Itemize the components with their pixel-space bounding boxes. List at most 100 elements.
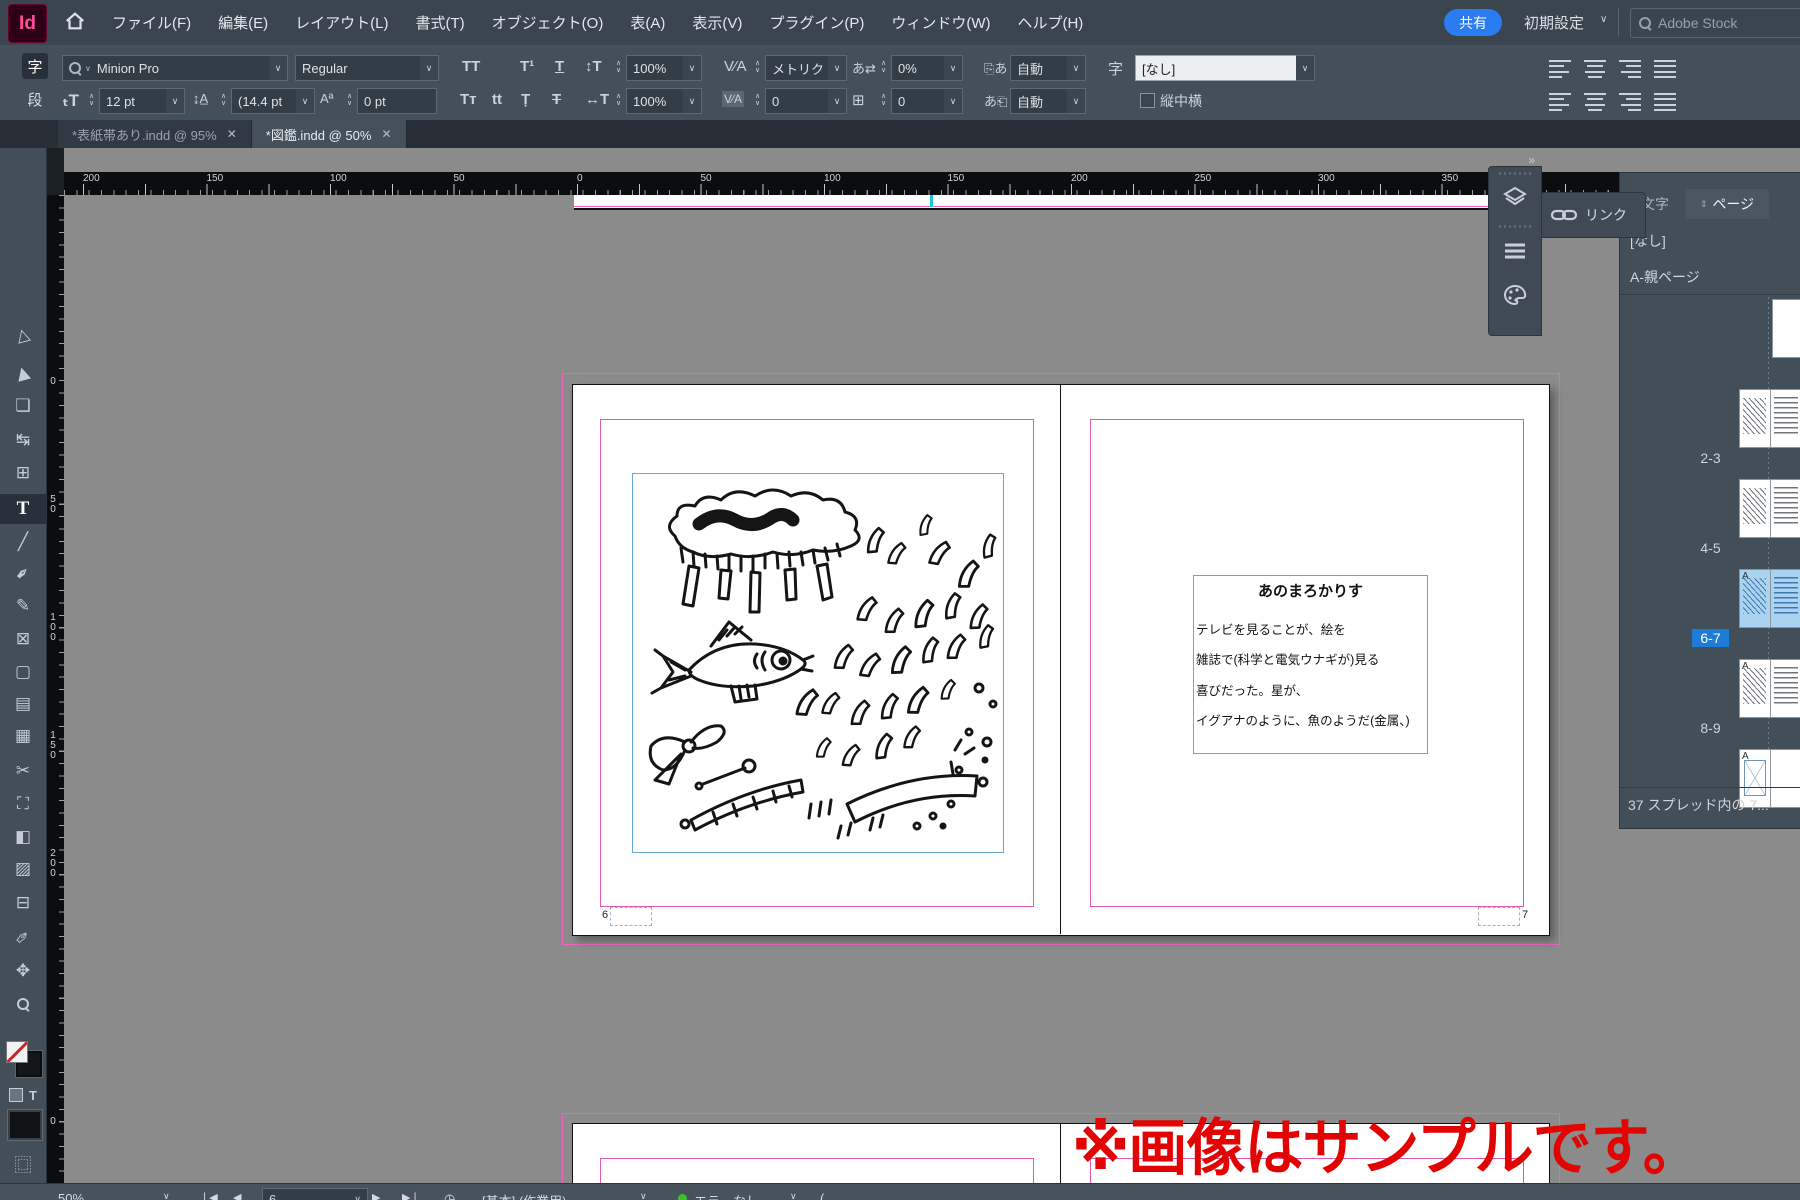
spread-thumb-4-5-right[interactable] (1770, 479, 1800, 538)
formatting-affects-icons[interactable]: T (4, 1086, 42, 1104)
apply-color-swatch[interactable] (8, 1110, 42, 1140)
spread-label-4-5[interactable]: 4-5 (1620, 539, 1800, 557)
links-panel-tab[interactable]: リンク (1540, 192, 1646, 238)
line-tool[interactable]: ╱ (0, 527, 46, 557)
vertical-scale-dropdown[interactable]: ∨ (683, 55, 702, 81)
horizontal-scale-stepper[interactable]: ∧∨ (613, 88, 624, 112)
char-style-field[interactable]: [なし] (1135, 55, 1309, 81)
align-left-icon[interactable] (1547, 91, 1573, 113)
zoom-level[interactable]: 50% (58, 1191, 84, 1200)
baseline-shift-stepper[interactable]: ∧∨ (344, 88, 355, 112)
close-tab-icon[interactable]: ✕ (381, 127, 391, 141)
page-tool[interactable]: ❏ (0, 391, 46, 421)
close-tab-icon[interactable]: ✕ (227, 127, 237, 141)
font-family-dropdown[interactable]: ∨ (269, 55, 288, 81)
spread-thumb-1[interactable] (1772, 299, 1800, 358)
home-icon[interactable] (64, 10, 86, 32)
gradient-feather-tool[interactable]: ▨ (0, 854, 46, 884)
tsume-dropdown[interactable]: ∨ (944, 55, 963, 81)
all-caps-icon[interactable]: TT (462, 58, 480, 75)
spread-thumb-last-right[interactable] (1770, 749, 1800, 808)
gradient-swatch-tool[interactable]: ◧ (0, 822, 46, 852)
grid-jidori-stepper[interactable]: ∧∨ (878, 88, 889, 112)
stroke-panel-icon[interactable] (1489, 231, 1541, 271)
grid-jidori-dropdown[interactable]: ∨ (944, 88, 963, 114)
spread-label-2-3[interactable]: 2-3 (1620, 449, 1800, 467)
grid-tool[interactable]: ▦ (0, 721, 46, 751)
spread-thumb-6-7-left[interactable]: A (1739, 569, 1771, 628)
menu-item-2[interactable]: レイアウト(L) (295, 12, 388, 33)
pencil-tool[interactable]: ✎ (0, 591, 46, 621)
menu-item-4[interactable]: オブジェクト(O) (492, 12, 604, 33)
paragraph-panel-toggle[interactable]: 段 (22, 86, 48, 112)
color-panel-icon[interactable] (1489, 275, 1541, 315)
zoom-dropdown-icon[interactable]: ∨ (163, 1191, 170, 1200)
preflight-profile[interactable]: [基本] (作業用) (482, 1191, 567, 1200)
content-collector-tool[interactable]: ⊞ (0, 458, 46, 488)
prev-page-button[interactable]: ◀ (233, 1191, 241, 1200)
vertical-ruler[interactable]: 0501001502000 (46, 195, 64, 1183)
spread-label-8-9[interactable]: 8-9 (1620, 719, 1800, 737)
menu-item-0[interactable]: ファイル(F) (112, 12, 191, 33)
scissors-tool[interactable]: ✂ (0, 756, 46, 786)
drag-handle[interactable] (1499, 225, 1531, 228)
spread-label-6-7[interactable]: 6-7 (1620, 629, 1800, 647)
menu-item-6[interactable]: 表示(V) (692, 12, 742, 33)
character-panel-toggle[interactable]: 字 (22, 53, 48, 79)
align-left-icon[interactable] (1547, 58, 1573, 80)
align-right-icon[interactable] (1617, 58, 1643, 80)
type-tool[interactable]: T (0, 494, 46, 524)
horizontal-scale-dropdown[interactable]: ∨ (683, 88, 702, 114)
kerning-dropdown[interactable]: ∨ (828, 55, 847, 81)
tracking-dropdown[interactable]: ∨ (828, 88, 847, 114)
font-style-field[interactable]: Regular (295, 55, 433, 81)
preflight-dropdown-icon[interactable]: ∨ (640, 1191, 647, 1200)
fill-stroke-swatches[interactable] (6, 1041, 40, 1075)
fill-swatch-none[interactable] (6, 1041, 28, 1063)
graphic-frame[interactable] (632, 473, 1004, 853)
zoom-tool[interactable] (0, 989, 46, 1019)
aki-after-dropdown[interactable]: ∨ (1067, 88, 1086, 114)
superscript-icon[interactable]: T¹ (520, 58, 534, 75)
align-justify-icon[interactable] (1652, 91, 1678, 113)
underline-icon[interactable]: T (555, 58, 564, 75)
menu-item-3[interactable]: 書式(T) (416, 12, 465, 33)
font-size-stepper[interactable]: ∧∨ (86, 88, 97, 112)
pen-tool[interactable]: ✒ (0, 559, 46, 589)
pasteboard[interactable]: あのまろかりす テレビを見ることが、絵を 雑誌で(科学と電気ウナギが)見る 喜び… (64, 195, 1800, 1183)
tab-pages[interactable]: ⇕ ページ (1685, 189, 1769, 219)
menu-item-5[interactable]: 表(A) (630, 12, 665, 33)
menu-item-1[interactable]: 編集(E) (218, 12, 268, 33)
preflight-status[interactable]: エラーなし (694, 1191, 759, 1200)
vertical-scale-stepper[interactable]: ∧∨ (613, 55, 624, 79)
status-dropdown-icon[interactable]: ∨ (790, 1191, 797, 1200)
strikethrough-icon[interactable]: T (552, 91, 561, 108)
direct-selection-tool[interactable]: ▶ (0, 359, 46, 389)
preflight-clock-icon[interactable]: ◷ (444, 1191, 455, 1200)
expand-panels-icon[interactable]: » (1528, 153, 1535, 167)
aki-before-dropdown[interactable]: ∨ (1067, 55, 1086, 81)
small-caps-icon[interactable]: Tᴛ (460, 91, 477, 108)
leading-dropdown[interactable]: ∨ (296, 88, 315, 114)
subscript-icon[interactable]: Ț (521, 91, 530, 108)
menu-item-8[interactable]: ウィンドウ(W) (891, 12, 990, 33)
tracking-stepper[interactable]: ∧∨ (752, 88, 763, 112)
spread-thumb-8-9-left[interactable]: A (1739, 659, 1771, 718)
next-page-button[interactable]: ▶ (372, 1191, 380, 1200)
workspace-switcher[interactable]: 初期設定 (1524, 12, 1584, 33)
formatting-container-icon[interactable] (9, 1088, 23, 1102)
align-center-icon[interactable] (1582, 58, 1608, 80)
formatting-text-icon[interactable]: T (29, 1088, 37, 1103)
rectangle-tool[interactable]: ▢ (0, 657, 46, 687)
font-size-dropdown[interactable]: ∨ (166, 88, 185, 114)
gap-tool[interactable]: ↹ (0, 425, 46, 455)
document-tab-0[interactable]: *表紙帯あり.indd @ 95%✕ (58, 120, 252, 148)
menu-item-7[interactable]: プラグイン(P) (769, 12, 864, 33)
baseline-shift-field[interactable]: 0 pt (357, 88, 437, 114)
free-transform-tool[interactable]: ⛶ (0, 789, 46, 819)
ligature-icon[interactable]: tt (492, 91, 502, 108)
leading-stepper[interactable]: ∧∨ (218, 88, 229, 112)
story-text-frame[interactable]: あのまろかりす テレビを見ることが、絵を 雑誌で(科学と電気ウナギが)見る 喜び… (1193, 575, 1428, 754)
align-right-icon[interactable] (1617, 91, 1643, 113)
master-a[interactable]: A-親ページ (1630, 267, 1700, 287)
